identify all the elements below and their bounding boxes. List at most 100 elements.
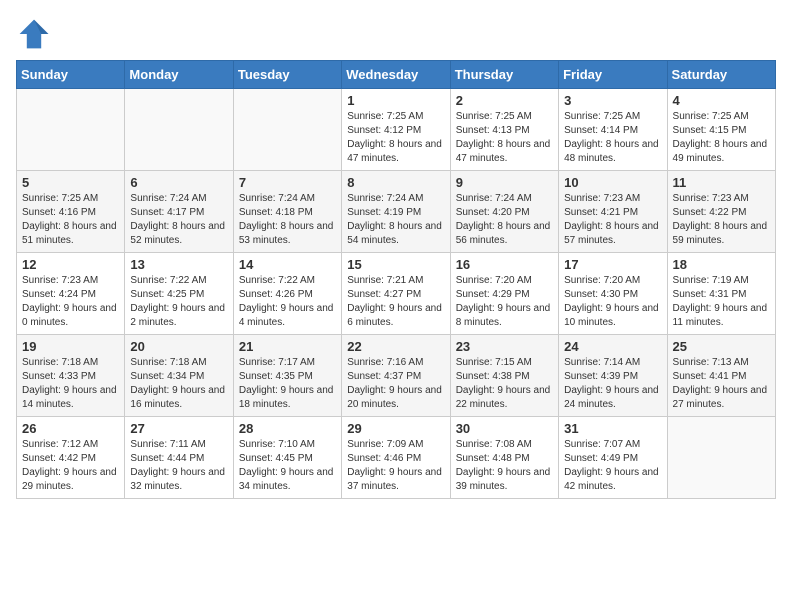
calendar-cell: 18 Sunrise: 7:19 AM Sunset: 4:31 PM Dayli… — [667, 253, 775, 335]
day-number: 18 — [673, 257, 770, 272]
calendar-cell: 30 Sunrise: 7:08 AM Sunset: 4:48 PM Dayli… — [450, 417, 558, 499]
day-info: Sunrise: 7:25 AM Sunset: 4:16 PM Dayligh… — [22, 192, 119, 248]
calendar-cell: 10 Sunrise: 7:23 AM Sunset: 4:21 PM Dayli… — [559, 171, 667, 253]
weekday-header-wednesday: Wednesday — [342, 61, 450, 89]
day-number: 27 — [130, 421, 227, 436]
calendar-week-row: 12 Sunrise: 7:23 AM Sunset: 4:24 PM Dayli… — [17, 253, 776, 335]
calendar-cell: 31 Sunrise: 7:07 AM Sunset: 4:49 PM Dayli… — [559, 417, 667, 499]
calendar-cell — [17, 89, 125, 171]
calendar-cell: 3 Sunrise: 7:25 AM Sunset: 4:14 PM Daylig… — [559, 89, 667, 171]
day-number: 19 — [22, 339, 119, 354]
day-info: Sunrise: 7:23 AM Sunset: 4:22 PM Dayligh… — [673, 192, 770, 248]
logo-icon — [16, 16, 52, 52]
day-number: 28 — [239, 421, 336, 436]
day-number: 8 — [347, 175, 444, 190]
day-info: Sunrise: 7:17 AM Sunset: 4:35 PM Dayligh… — [239, 356, 336, 412]
day-number: 2 — [456, 93, 553, 108]
weekday-header-saturday: Saturday — [667, 61, 775, 89]
day-info: Sunrise: 7:11 AM Sunset: 4:44 PM Dayligh… — [130, 438, 227, 494]
calendar-cell: 25 Sunrise: 7:13 AM Sunset: 4:41 PM Dayli… — [667, 335, 775, 417]
calendar-cell: 22Sunrise: 7:16 AM Sunset: 4:37 PM Dayli… — [342, 335, 450, 417]
calendar-cell — [667, 417, 775, 499]
day-number: 26 — [22, 421, 119, 436]
day-number: 11 — [673, 175, 770, 190]
logo — [16, 16, 56, 52]
calendar-cell: 15 Sunrise: 7:21 AM Sunset: 4:27 PM Dayli… — [342, 253, 450, 335]
calendar-cell: 14 Sunrise: 7:22 AM Sunset: 4:26 PM Dayli… — [233, 253, 341, 335]
day-number: 24 — [564, 339, 661, 354]
calendar-table: SundayMondayTuesdayWednesdayThursdayFrid… — [16, 60, 776, 499]
day-number: 15 — [347, 257, 444, 272]
calendar-week-row: 1Sunrise: 7:25 AM Sunset: 4:12 PM Daylig… — [17, 89, 776, 171]
day-number: 21 — [239, 339, 336, 354]
weekday-header-friday: Friday — [559, 61, 667, 89]
day-number: 20 — [130, 339, 227, 354]
day-info: Sunrise: 7:25 AM Sunset: 4:15 PM Dayligh… — [673, 110, 770, 166]
day-number: 14 — [239, 257, 336, 272]
day-number: 13 — [130, 257, 227, 272]
day-info: Sunrise: 7:25 AM Sunset: 4:14 PM Dayligh… — [564, 110, 661, 166]
calendar-cell: 24 Sunrise: 7:14 AM Sunset: 4:39 PM Dayli… — [559, 335, 667, 417]
day-number: 7 — [239, 175, 336, 190]
weekday-header-monday: Monday — [125, 61, 233, 89]
calendar-week-row: 26 Sunrise: 7:12 AM Sunset: 4:42 PM Dayli… — [17, 417, 776, 499]
day-number: 17 — [564, 257, 661, 272]
day-number: 12 — [22, 257, 119, 272]
calendar-cell: 23Sunrise: 7:15 AM Sunset: 4:38 PM Dayli… — [450, 335, 558, 417]
calendar-cell: 21 Sunrise: 7:17 AM Sunset: 4:35 PM Dayli… — [233, 335, 341, 417]
day-info: Sunrise: 7:13 AM Sunset: 4:41 PM Dayligh… — [673, 356, 770, 412]
calendar-cell: 12 Sunrise: 7:23 AM Sunset: 4:24 PM Dayli… — [17, 253, 125, 335]
calendar-cell: 29 Sunrise: 7:09 AM Sunset: 4:46 PM Dayli… — [342, 417, 450, 499]
calendar-cell: 7 Sunrise: 7:24 AM Sunset: 4:18 PM Daylig… — [233, 171, 341, 253]
day-info: Sunrise: 7:18 AM Sunset: 4:33 PM Dayligh… — [22, 356, 119, 412]
calendar-cell: 19 Sunrise: 7:18 AM Sunset: 4:33 PM Dayli… — [17, 335, 125, 417]
day-number: 5 — [22, 175, 119, 190]
calendar-cell: 11 Sunrise: 7:23 AM Sunset: 4:22 PM Dayli… — [667, 171, 775, 253]
day-number: 25 — [673, 339, 770, 354]
calendar-cell: 8 Sunrise: 7:24 AM Sunset: 4:19 PM Daylig… — [342, 171, 450, 253]
day-number: 1 — [347, 93, 444, 108]
day-info: Sunrise: 7:24 AM Sunset: 4:17 PM Dayligh… — [130, 192, 227, 248]
day-info: Sunrise: 7:07 AM Sunset: 4:49 PM Dayligh… — [564, 438, 661, 494]
day-info: Sunrise: 7:12 AM Sunset: 4:42 PM Dayligh… — [22, 438, 119, 494]
day-info: Sunrise: 7:24 AM Sunset: 4:18 PM Dayligh… — [239, 192, 336, 248]
day-info: Sunrise: 7:14 AM Sunset: 4:39 PM Dayligh… — [564, 356, 661, 412]
day-info: Sunrise: 7:20 AM Sunset: 4:29 PM Dayligh… — [456, 274, 553, 330]
calendar-cell: 27 Sunrise: 7:11 AM Sunset: 4:44 PM Dayli… — [125, 417, 233, 499]
day-info: Sunrise: 7:10 AM Sunset: 4:45 PM Dayligh… — [239, 438, 336, 494]
day-info: Sunrise: 7:22 AM Sunset: 4:25 PM Dayligh… — [130, 274, 227, 330]
calendar-cell: 6Sunrise: 7:24 AM Sunset: 4:17 PM Daylig… — [125, 171, 233, 253]
calendar-week-row: 5 Sunrise: 7:25 AM Sunset: 4:16 PM Daylig… — [17, 171, 776, 253]
day-number: 31 — [564, 421, 661, 436]
day-number: 29 — [347, 421, 444, 436]
day-info: Sunrise: 7:09 AM Sunset: 4:46 PM Dayligh… — [347, 438, 444, 494]
calendar-cell: 13 Sunrise: 7:22 AM Sunset: 4:25 PM Dayli… — [125, 253, 233, 335]
calendar-cell — [233, 89, 341, 171]
calendar-cell: 26 Sunrise: 7:12 AM Sunset: 4:42 PM Dayli… — [17, 417, 125, 499]
day-number: 16 — [456, 257, 553, 272]
day-info: Sunrise: 7:19 AM Sunset: 4:31 PM Dayligh… — [673, 274, 770, 330]
calendar-cell: 5 Sunrise: 7:25 AM Sunset: 4:16 PM Daylig… — [17, 171, 125, 253]
weekday-header-row: SundayMondayTuesdayWednesdayThursdayFrid… — [17, 61, 776, 89]
calendar-cell: 20 Sunrise: 7:18 AM Sunset: 4:34 PM Dayli… — [125, 335, 233, 417]
weekday-header-sunday: Sunday — [17, 61, 125, 89]
weekday-header-thursday: Thursday — [450, 61, 558, 89]
calendar-cell: 2 Sunrise: 7:25 AM Sunset: 4:13 PM Daylig… — [450, 89, 558, 171]
day-info: Sunrise: 7:23 AM Sunset: 4:24 PM Dayligh… — [22, 274, 119, 330]
calendar-week-row: 19 Sunrise: 7:18 AM Sunset: 4:33 PM Dayli… — [17, 335, 776, 417]
calendar-cell: 4Sunrise: 7:25 AM Sunset: 4:15 PM Daylig… — [667, 89, 775, 171]
day-info: Sunrise: 7:22 AM Sunset: 4:26 PM Dayligh… — [239, 274, 336, 330]
day-info: Sunrise: 7:18 AM Sunset: 4:34 PM Dayligh… — [130, 356, 227, 412]
day-number: 3 — [564, 93, 661, 108]
day-number: 10 — [564, 175, 661, 190]
calendar-cell: 9Sunrise: 7:24 AM Sunset: 4:20 PM Daylig… — [450, 171, 558, 253]
day-info: Sunrise: 7:21 AM Sunset: 4:27 PM Dayligh… — [347, 274, 444, 330]
day-info: Sunrise: 7:25 AM Sunset: 4:13 PM Dayligh… — [456, 110, 553, 166]
day-info: Sunrise: 7:23 AM Sunset: 4:21 PM Dayligh… — [564, 192, 661, 248]
day-number: 30 — [456, 421, 553, 436]
calendar-cell — [125, 89, 233, 171]
day-info: Sunrise: 7:24 AM Sunset: 4:19 PM Dayligh… — [347, 192, 444, 248]
day-info: Sunrise: 7:08 AM Sunset: 4:48 PM Dayligh… — [456, 438, 553, 494]
calendar-cell: 28 Sunrise: 7:10 AM Sunset: 4:45 PM Dayli… — [233, 417, 341, 499]
day-info: Sunrise: 7:20 AM Sunset: 4:30 PM Dayligh… — [564, 274, 661, 330]
